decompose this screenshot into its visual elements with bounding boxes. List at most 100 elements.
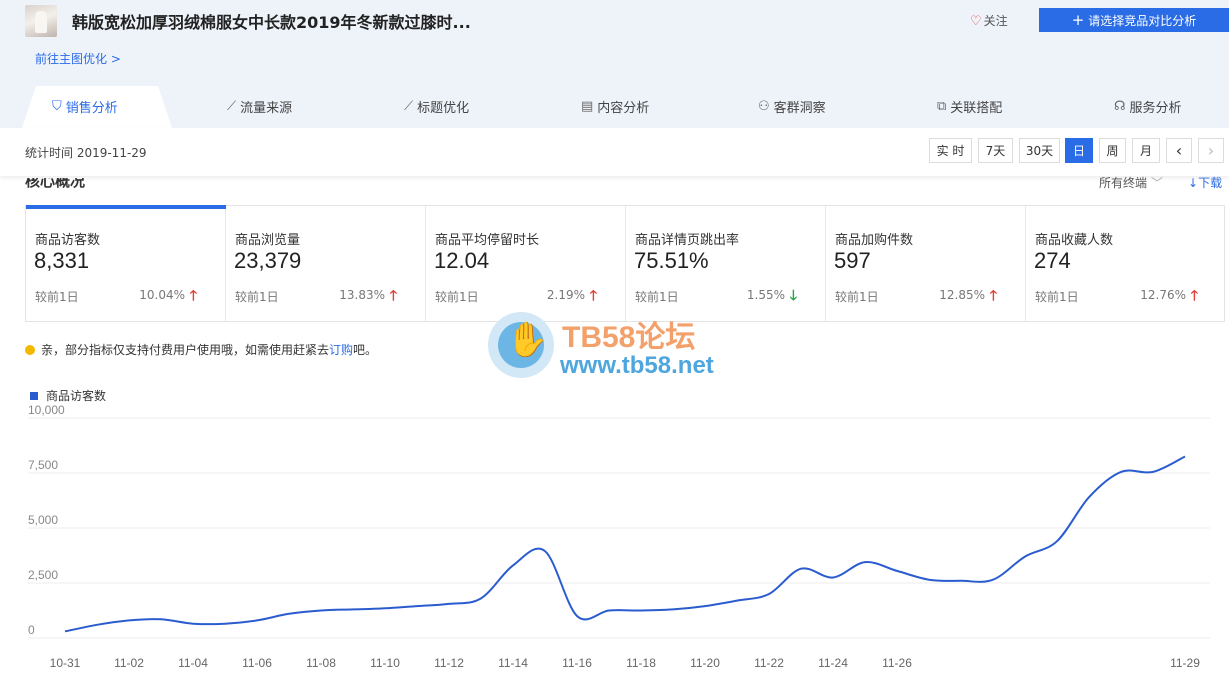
metric-card[interactable]: 商品详情页跳出率 75.51% 较前1日 1.55% 🡓: [626, 206, 826, 321]
data-point[interactable]: [891, 565, 903, 577]
data-point[interactable]: [635, 605, 647, 617]
tab-service-analysis[interactable]: ☊ 服务分析: [1114, 86, 1182, 126]
data-point[interactable]: [827, 572, 839, 584]
data-point[interactable]: [731, 595, 743, 607]
tab-traffic-source[interactable]: ⟋ 流量来源: [227, 86, 292, 126]
tab-title-optimize[interactable]: ⟋ 标题优化: [404, 86, 469, 126]
data-point[interactable]: [923, 574, 935, 586]
data-point[interactable]: [795, 563, 807, 575]
series-line[interactable]: [64, 455, 1186, 633]
tab-content-analysis[interactable]: ▤ 内容分析: [581, 86, 649, 126]
metric-pct: 2.19%: [546, 288, 585, 302]
terminal-select[interactable]: 所有终端 ﹀: [1099, 174, 1163, 191]
range-day[interactable]: 日: [1065, 138, 1093, 163]
data-point[interactable]: [763, 588, 775, 600]
range-realtime[interactable]: 实 时: [929, 138, 972, 163]
metric-compare: 较前1日: [635, 290, 679, 304]
metric-card[interactable]: 商品加购件数 597 较前1日 12.85% 🡑: [826, 206, 1026, 321]
data-point[interactable]: [219, 618, 231, 630]
visitor-line-chart: 0 2,500 5,000 7,500 10,000 10-31 11-02 11-04 11-…: [0, 403, 1229, 692]
metric-name: 商品访客数: [35, 233, 101, 248]
range-7days[interactable]: 7天: [978, 138, 1013, 163]
data-point[interactable]: [1115, 466, 1127, 478]
x-tick-label: 11-08: [306, 656, 336, 670]
download-icon: ↓: [1188, 176, 1199, 190]
data-point[interactable]: [1051, 535, 1063, 547]
data-point[interactable]: [1083, 491, 1095, 503]
trend-icon: ⟋: [404, 98, 414, 114]
data-point[interactable]: [507, 559, 519, 571]
data-point[interactable]: [475, 592, 487, 604]
compare-competitor-button[interactable]: + 请选择竞品对比分析: [1039, 8, 1229, 32]
metric-card[interactable]: 商品浏览量 23,379 较前1日 13.83% 🡑: [226, 206, 426, 321]
data-point[interactable]: [955, 575, 967, 587]
y-tick-label: 2,500: [28, 568, 58, 582]
x-tick-label: 11-12: [434, 656, 464, 670]
x-tick-label: 11-18: [626, 656, 656, 670]
data-point[interactable]: [283, 608, 295, 620]
next-button[interactable]: ›: [1198, 138, 1224, 163]
data-point[interactable]: [59, 625, 71, 637]
watermark: ✋ TB58论坛 www.tb58.net: [488, 312, 748, 382]
download-link[interactable]: ↓下载: [1188, 174, 1222, 191]
x-tick-label: 11-02: [114, 656, 144, 670]
data-point[interactable]: [539, 545, 551, 557]
plus-icon: +: [1071, 11, 1085, 29]
metric-card[interactable]: 商品收藏人数 274 较前1日 12.76% 🡑: [1026, 206, 1226, 321]
range-30days[interactable]: 30天: [1019, 138, 1060, 163]
chart-legend[interactable]: 商品访客数: [30, 387, 106, 404]
follow-button[interactable]: ♡ 关注: [970, 12, 1008, 29]
data-point[interactable]: [859, 556, 871, 568]
chart-svg: 0 2,500 5,000 7,500 10,000 10-31 11-02 11-04 11-…: [28, 403, 1210, 670]
data-point[interactable]: [443, 598, 455, 610]
metric-card[interactable]: 商品访客数 8,331 较前1日 10.04% 🡑: [26, 205, 226, 321]
data-point[interactable]: [123, 614, 135, 626]
paid-notice: 亲，部分指标仅支持付费用户使用哦，如需使用赶紧去 订购 吧。: [25, 341, 377, 358]
stat-time: 统计时间 2019-11-29: [25, 146, 147, 160]
prev-button[interactable]: ‹: [1166, 138, 1192, 163]
x-tick-label: 11-29: [1170, 656, 1200, 670]
tab-sales-analysis[interactable]: ⛉ 销售分析: [52, 86, 118, 126]
data-point[interactable]: [987, 574, 999, 586]
metric-compare: 较前1日: [835, 290, 879, 304]
data-point[interactable]: [603, 605, 615, 617]
data-point[interactable]: [667, 603, 679, 615]
x-tick-label: 10-31: [50, 656, 81, 670]
metric-pct: 1.55%: [746, 288, 785, 302]
hand-icon: ✋: [506, 320, 549, 360]
data-point[interactable]: [1147, 466, 1159, 478]
data-point[interactable]: [411, 600, 423, 612]
data-point[interactable]: [251, 614, 263, 626]
data-point[interactable]: [187, 618, 199, 630]
x-tick-label: 11-10: [370, 656, 400, 670]
metric-value: 597: [834, 248, 871, 273]
data-point[interactable]: [347, 603, 359, 615]
range-month[interactable]: 月: [1132, 138, 1160, 163]
product-thumbnail[interactable]: [25, 5, 57, 37]
metrics-panel: 商品访客数 8,331 较前1日 10.04% 🡑 商品浏览量 23,379 较…: [25, 205, 1225, 322]
product-title: 韩版宽松加厚羽绒棉服女中长款2019年冬新款过膝时...: [72, 13, 471, 32]
metric-value: 75.51%: [634, 248, 709, 273]
x-tick-label: 11-24: [818, 656, 848, 670]
y-tick-label: 5,000: [28, 513, 58, 527]
data-point[interactable]: [699, 600, 711, 612]
chevron-down-icon: ﹀: [1151, 176, 1164, 190]
subscribe-link[interactable]: 订购: [329, 341, 353, 358]
data-point[interactable]: [315, 605, 327, 617]
users-icon: ⚇: [758, 98, 770, 114]
tab-related-match[interactable]: ⧉ 关联搭配: [937, 86, 1002, 126]
range-week[interactable]: 周: [1099, 138, 1126, 163]
x-tick-label: 11-22: [754, 656, 784, 670]
data-point[interactable]: [571, 610, 583, 622]
data-point[interactable]: [1179, 451, 1191, 463]
metric-name: 商品平均停留时长: [435, 233, 540, 248]
metric-card[interactable]: 商品平均停留时长 12.04 较前1日 2.19% 🡑: [426, 206, 626, 321]
watermark-url: www.tb58.net: [560, 352, 714, 379]
tab-customer-insight[interactable]: ⚇ 客群洞察: [758, 86, 826, 126]
data-point[interactable]: [1019, 551, 1031, 563]
metric-value: 274: [1034, 248, 1071, 273]
data-point[interactable]: [91, 619, 103, 631]
main-image-optimize-link[interactable]: 前往主图优化 >: [35, 50, 121, 67]
data-point[interactable]: [379, 602, 391, 614]
data-point[interactable]: [155, 613, 167, 625]
